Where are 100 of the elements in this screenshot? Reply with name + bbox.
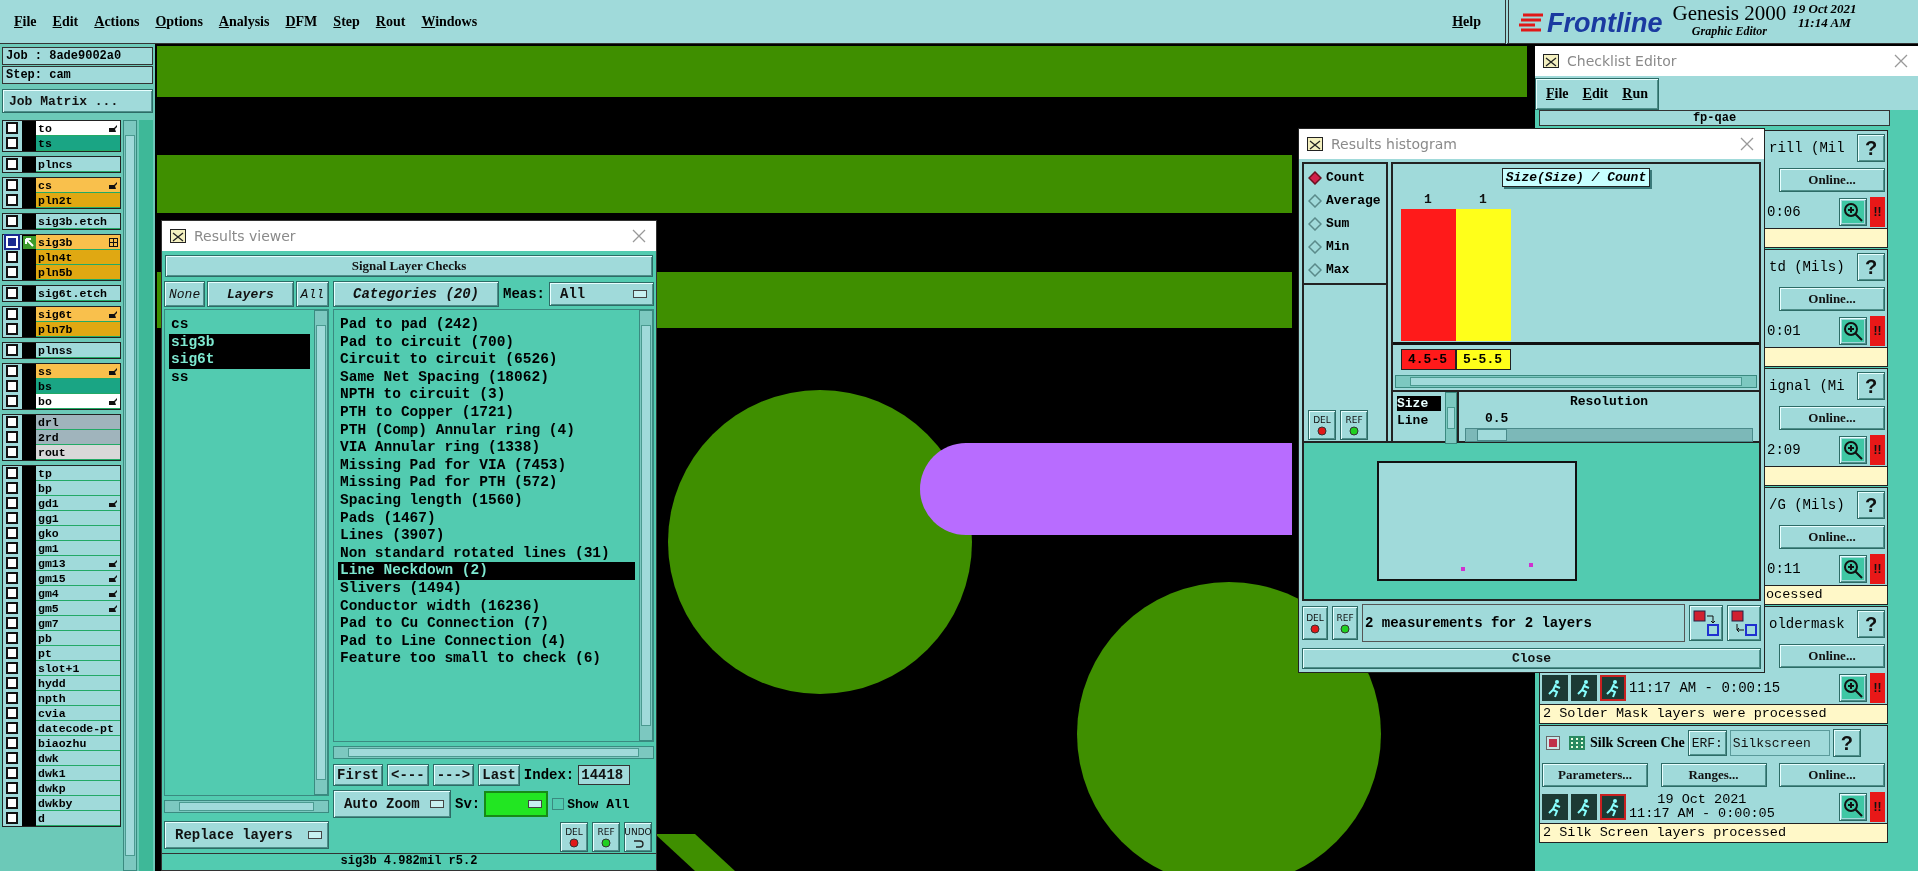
list-item[interactable]: Circuit to circuit (6526) — [338, 351, 635, 369]
layer-item[interactable]: datecode-pt — [36, 721, 121, 736]
layer-checkbox[interactable] — [6, 737, 18, 749]
list-item[interactable]: sig6t — [169, 351, 310, 369]
reference-button[interactable]: REF — [592, 822, 620, 852]
layer-checkbox[interactable] — [6, 572, 18, 584]
layer-item[interactable]: rout — [36, 445, 121, 460]
layer-checkbox[interactable] — [6, 365, 18, 377]
check-option-button[interactable]: Online... — [1779, 763, 1885, 787]
layer-checkbox[interactable] — [6, 617, 18, 629]
layer-item[interactable]: to — [36, 121, 121, 136]
zoom-in-button[interactable] — [1839, 435, 1867, 464]
run-button[interactable] — [1542, 674, 1568, 701]
menu-item[interactable]: Step — [333, 13, 360, 30]
vertical-scrollbar[interactable] — [1445, 392, 1457, 444]
erf-field[interactable]: Silkscreen — [1729, 730, 1830, 756]
radio-option[interactable]: Max — [1308, 262, 1382, 277]
help-button[interactable]: ? — [1857, 372, 1885, 400]
erf-button[interactable]: ERF: — [1687, 730, 1727, 756]
menu-item[interactable]: File — [14, 13, 37, 30]
radio-option[interactable]: Min — [1308, 239, 1382, 254]
layer-item[interactable]: hydd — [36, 676, 121, 691]
section-header-button[interactable]: Signal Layer Checks — [165, 255, 653, 277]
layer-checkbox[interactable] — [6, 662, 18, 674]
icon-button[interactable] — [1689, 605, 1723, 642]
list-item[interactable]: Pad to circuit (700) — [338, 333, 635, 352]
run-button[interactable] — [1571, 793, 1597, 820]
delete-button[interactable]: DEL — [1308, 410, 1336, 440]
check-option-button[interactable]: Online... — [1779, 644, 1885, 668]
index-field[interactable]: 14418 — [578, 765, 631, 785]
layer-checkbox[interactable] — [6, 308, 18, 320]
reference-button[interactable]: REF — [1332, 606, 1358, 641]
horizontal-scrollbar[interactable] — [1395, 375, 1757, 388]
menu-item[interactable]: Actions — [94, 13, 140, 30]
layer-item[interactable]: pln2t — [36, 193, 121, 208]
list-item[interactable]: sig3b — [169, 333, 310, 352]
help-button[interactable]: ? — [1857, 610, 1885, 638]
nav-button[interactable]: ---> — [432, 764, 475, 786]
layer-checkbox[interactable] — [6, 557, 18, 569]
layer-item[interactable]: dwk1 — [36, 766, 121, 781]
radio-option[interactable]: Average — [1308, 193, 1382, 208]
layer-checkbox[interactable] — [6, 380, 18, 392]
layer-item[interactable]: drl — [36, 415, 121, 430]
layer-checkbox[interactable] — [6, 782, 18, 794]
check-option-button[interactable]: Online... — [1779, 406, 1885, 430]
zoom-in-button[interactable] — [1839, 554, 1867, 583]
layer-item[interactable]: biaozhu — [36, 736, 121, 751]
list-item[interactable]: Feature too small to check (6) — [338, 650, 635, 668]
list-item[interactable]: NPTH to circuit (3) — [338, 386, 635, 404]
layer-checkbox[interactable] — [6, 497, 18, 509]
check-option-button[interactable]: Online... — [1779, 168, 1885, 192]
layer-item[interactable]: sig3b — [36, 235, 121, 250]
layer-item[interactable]: 2rd — [36, 430, 121, 445]
check-option-button[interactable]: Online... — [1779, 525, 1885, 549]
zoom-in-button[interactable] — [1839, 673, 1867, 702]
layer-checkbox[interactable] — [6, 677, 18, 689]
layer-checkbox[interactable] — [6, 752, 18, 764]
layer-item[interactable]: sig6t.etch — [36, 286, 121, 301]
run-button[interactable] — [1600, 674, 1626, 701]
radio-option[interactable]: Sum — [1308, 216, 1382, 231]
nav-button[interactable]: <--- — [387, 764, 429, 786]
icon-button[interactable] — [1727, 605, 1761, 642]
reference-button[interactable]: REF — [1340, 410, 1368, 440]
job-matrix-button[interactable]: Job Matrix ... — [2, 89, 153, 113]
layer-checkbox[interactable] — [6, 587, 18, 599]
layer-checkbox[interactable] — [6, 323, 18, 335]
close-button[interactable]: Close — [1302, 647, 1761, 669]
menu-item[interactable]: DFM — [285, 13, 318, 30]
checkbox[interactable] — [1546, 736, 1560, 750]
delete-button[interactable]: DEL — [1302, 606, 1328, 641]
layer-checkbox[interactable] — [6, 395, 18, 407]
auto-zoom-dropdown[interactable]: Auto Zoom — [333, 790, 451, 818]
radio-option[interactable]: Count — [1308, 170, 1382, 185]
layer-checkbox[interactable] — [6, 251, 18, 263]
menu-item[interactable]: Help — [1452, 13, 1481, 30]
layer-checkbox[interactable] — [6, 542, 18, 554]
layer-item[interactable]: dwk — [36, 751, 121, 766]
menu-item[interactable]: Run — [1622, 86, 1648, 102]
list-item[interactable]: cs — [169, 316, 310, 334]
layer-item[interactable]: cvia — [36, 706, 121, 721]
layer-checkbox[interactable] — [6, 287, 18, 299]
layer-checkbox[interactable] — [6, 122, 18, 134]
help-button[interactable]: ? — [1857, 134, 1885, 162]
list-item[interactable]: PTH (Comp) Annular ring (4) — [338, 421, 635, 440]
nav-button[interactable]: Last — [478, 764, 520, 786]
layer-checkbox[interactable] — [6, 647, 18, 659]
layer-item[interactable]: bo — [36, 394, 121, 409]
list-item[interactable]: Size — [1397, 396, 1441, 411]
help-button[interactable]: ? — [1832, 729, 1861, 757]
none-button[interactable]: None — [164, 281, 206, 307]
layer-item[interactable]: bs — [36, 379, 121, 394]
layer-checkbox[interactable] — [6, 812, 18, 824]
layer-checkbox[interactable] — [6, 446, 18, 458]
menu-item[interactable]: Windows — [421, 13, 478, 30]
menu-item[interactable]: Options — [155, 13, 203, 30]
layer-item[interactable]: plnss — [36, 343, 121, 358]
help-button[interactable]: ? — [1857, 491, 1885, 519]
layer-item[interactable]: bp — [36, 481, 121, 496]
zoom-in-button[interactable] — [1839, 792, 1867, 821]
layer-checkbox[interactable] — [6, 767, 18, 779]
